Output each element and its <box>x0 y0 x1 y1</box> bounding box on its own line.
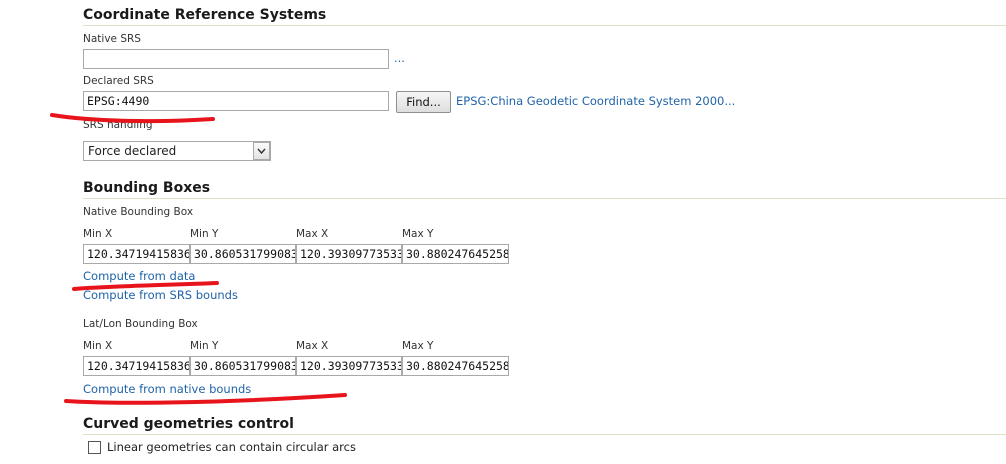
chevron-down-icon <box>257 148 266 155</box>
bbox-section-title: Bounding Boxes <box>83 180 211 196</box>
srs-handling-select[interactable]: Force declared <box>83 141 271 161</box>
circular-arcs-checkbox-label: Linear geometries can contain circular a… <box>107 440 356 454</box>
native-max-x-input[interactable]: 120.39309773533 <box>296 244 402 264</box>
latlon-max-y-input[interactable]: 30.880247645258 <box>402 356 509 376</box>
native-max-y-input[interactable]: 30.880247645258 <box>402 244 509 264</box>
find-srs-button[interactable]: Find... <box>396 91 451 113</box>
latlon-min-x-label: Min X <box>83 340 113 352</box>
declared-srs-label: Declared SRS <box>83 75 154 87</box>
native-min-x-label: Min X <box>83 228 113 240</box>
native-min-y-input[interactable]: 30.860531799083 <box>190 244 296 264</box>
curved-section-divider <box>83 434 1006 435</box>
native-bbox-label: Native Bounding Box <box>83 206 194 218</box>
crs-section-divider <box>83 25 1006 26</box>
compute-from-srs-bounds-link[interactable]: Compute from SRS bounds <box>83 288 238 302</box>
latlon-max-x-input[interactable]: 120.39309773533 <box>296 356 402 376</box>
latlon-min-y-input[interactable]: 30.860531799083 <box>190 356 296 376</box>
latlon-min-y-label: Min Y <box>190 340 219 352</box>
latlon-bbox-label: Lat/Lon Bounding Box <box>83 318 198 330</box>
circular-arcs-checkbox[interactable] <box>88 441 101 454</box>
native-srs-input[interactable] <box>83 49 389 69</box>
curved-section-title: Curved geometries control <box>83 416 294 432</box>
native-max-x-label: Max X <box>296 228 329 240</box>
compute-from-native-bounds-link[interactable]: Compute from native bounds <box>83 382 251 396</box>
latlon-min-x-input[interactable]: 120.34719415836 <box>83 356 190 376</box>
native-min-y-label: Min Y <box>190 228 219 240</box>
declared-srs-input[interactable]: EPSG:4490 <box>83 91 389 111</box>
declared-srs-link[interactable]: EPSG:China Geodetic Coordinate System 20… <box>456 94 735 108</box>
compute-from-data-link[interactable]: Compute from data <box>83 269 195 283</box>
latlon-max-x-label: Max X <box>296 340 329 352</box>
srs-handling-selected-value: Force declared <box>88 144 177 158</box>
native-max-y-label: Max Y <box>402 228 434 240</box>
annotation-underline-compute-from-native <box>64 393 347 405</box>
srs-handling-label: SRS handling <box>83 119 153 131</box>
native-min-x-input[interactable]: 120.34719415836 <box>83 244 190 264</box>
bbox-section-divider <box>83 198 1006 199</box>
native-srs-label: Native SRS <box>83 33 141 45</box>
native-srs-more-link[interactable]: ... <box>394 51 405 65</box>
latlon-max-y-label: Max Y <box>402 340 434 352</box>
srs-handling-dropdown-button[interactable] <box>253 142 270 160</box>
crs-section-title: Coordinate Reference Systems <box>83 7 327 23</box>
